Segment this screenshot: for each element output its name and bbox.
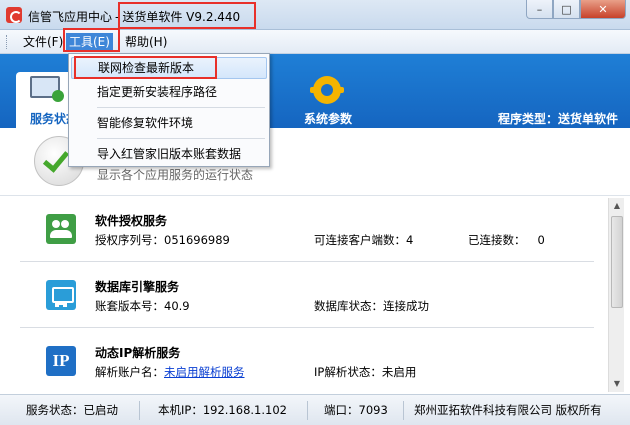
divider — [20, 327, 594, 328]
menu-separator — [97, 138, 265, 139]
service-field: 数据库状态：连接成功 — [314, 299, 429, 313]
check-update-highlight-box — [74, 56, 217, 79]
menu-file[interactable]: 文件(F) — [20, 33, 66, 51]
close-button[interactable]: ✕ — [580, 0, 626, 19]
window-controls: – □ ✕ — [526, 0, 626, 19]
service-field: 授权序列号：051696989 — [95, 233, 230, 247]
status-local-ip: 本机IP：192.168.1.102 — [152, 401, 308, 420]
status-company: 郑州亚拓软件科技有限公司 版权所有 — [414, 403, 602, 417]
vertical-scrollbar[interactable]: ▲ ▼ — [608, 198, 624, 392]
status-ok-icon — [52, 90, 64, 102]
users-icon — [46, 214, 76, 244]
menu-item-import-legacy-data[interactable]: 导入红管家旧版本账套数据 — [71, 143, 267, 165]
app-logo-icon — [6, 7, 22, 23]
service-item-database: 数据库引擎服务 账套版本号：40.9 数据库状态：连接成功 — [8, 264, 606, 328]
service-field: IP解析状态：未启用 — [314, 365, 417, 379]
service-item-ip: IP 动态IP解析服务 解析账户名：未启用解析服务 IP解析状态：未启用 — [8, 330, 606, 392]
program-type: 程序类型：送货单软件 — [498, 110, 618, 127]
service-field: 可连接客户端数：4 — [314, 233, 414, 247]
divider — [20, 261, 594, 262]
program-type-label: 程序类型： — [497, 112, 558, 126]
status-bar: 服务状态：已启动 本机IP：192.168.1.102 端口：7093 郑州亚拓… — [0, 394, 630, 425]
menu-separator — [97, 107, 265, 108]
menu-grip — [6, 35, 9, 49]
service-field: 解析账户名：未启用解析服务 — [95, 365, 245, 379]
title-highlight-box — [118, 2, 256, 29]
status-port: 端口：7093 — [318, 401, 404, 420]
service-list: 软件授权服务 授权序列号：051696989 可连接客户端数：4 已连接数： 0 … — [8, 198, 606, 392]
tab-system-params-label: 系统参数 — [304, 112, 353, 126]
maximize-button[interactable]: □ — [553, 0, 580, 19]
minimize-button[interactable]: – — [526, 0, 553, 19]
header-description: 显示各个应用服务的运行状态 — [97, 168, 254, 182]
scroll-up-arrow-icon[interactable]: ▲ — [609, 198, 625, 214]
database-monitor-icon — [46, 280, 76, 310]
enable-ip-service-link[interactable]: 未启用解析服务 — [164, 365, 245, 379]
title-bar: 信管飞应用中心 - 送货单软件 V9.2.440 – □ ✕ — [0, 0, 630, 30]
scrollbar-thumb[interactable] — [611, 216, 623, 308]
menu-item-set-update-path[interactable]: 指定更新安装程序路径 — [71, 81, 267, 103]
service-item-auth: 软件授权服务 授权序列号：051696989 可连接客户端数：4 已连接数： 0 — [8, 198, 606, 262]
service-title: 软件授权服务 — [95, 214, 168, 228]
app-name: 信管飞应用中心 — [28, 10, 113, 24]
ip-icon: IP — [46, 346, 76, 376]
program-type-value: 送货单软件 — [557, 112, 618, 126]
menu-tools-highlight-box — [63, 28, 120, 52]
tab-system-params[interactable]: 系统参数 — [296, 72, 360, 128]
menu-help[interactable]: 帮助(H) — [122, 33, 170, 51]
gear-icon — [310, 76, 344, 104]
menu-item-repair-environment[interactable]: 智能修复软件环境 — [71, 112, 267, 134]
service-title: 数据库引擎服务 — [95, 280, 180, 294]
scroll-down-arrow-icon[interactable]: ▼ — [609, 376, 625, 392]
service-field: 已连接数： 0 — [468, 233, 545, 247]
service-field: 账套版本号：40.9 — [95, 299, 190, 313]
status-service: 服务状态：已启动 — [20, 401, 140, 420]
service-title: 动态IP解析服务 — [95, 346, 181, 360]
